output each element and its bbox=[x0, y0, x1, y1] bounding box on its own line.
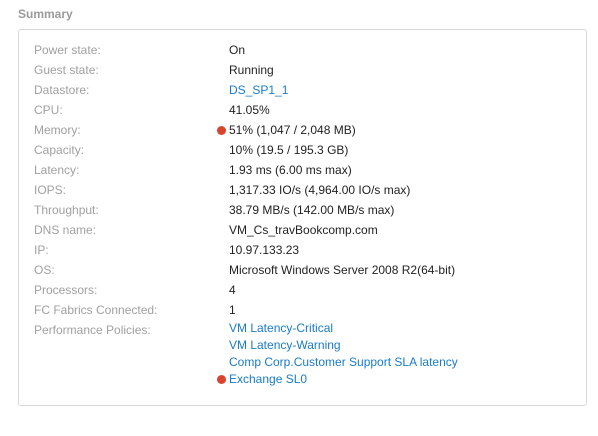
row-ip: IP: 10.97.133.23 bbox=[19, 240, 586, 260]
policy-link-customer-support-sla[interactable]: Comp Corp.Customer Support SLA latency bbox=[229, 355, 458, 369]
performance-policies-list: VM Latency-Critical VM Latency-Warning C… bbox=[217, 320, 458, 388]
row-fc-fabrics: FC Fabrics Connected: 1 bbox=[19, 300, 586, 320]
guest-state-value: Running bbox=[229, 63, 274, 77]
policy-link-vm-latency-warning[interactable]: VM Latency-Warning bbox=[229, 338, 341, 352]
capacity-value: 10% (19.5 / 195.3 GB) bbox=[229, 143, 349, 157]
power-state-value: On bbox=[229, 43, 246, 57]
row-memory: Memory: 51% (1,047 / 2,048 MB) bbox=[19, 120, 586, 140]
policy-alert-icon bbox=[217, 375, 226, 384]
power-state-label: Power state: bbox=[34, 43, 101, 57]
guest-state-label: Guest state: bbox=[34, 63, 99, 77]
throughput-label: Throughput: bbox=[34, 203, 99, 217]
policy-item: VM Latency-Critical bbox=[229, 320, 458, 337]
capacity-label: Capacity: bbox=[34, 143, 85, 157]
policy-item: VM Latency-Warning bbox=[229, 337, 458, 354]
dns-name-label: DNS name: bbox=[34, 223, 97, 237]
row-latency: Latency: 1.93 ms (6.00 ms max) bbox=[19, 160, 586, 180]
performance-policies-label: Performance Policies: bbox=[34, 323, 151, 337]
memory-label: Memory: bbox=[34, 123, 81, 137]
row-cpu: CPU: 41.05% bbox=[19, 100, 586, 120]
dns-name-value: VM_Cs_travBookcomp.com bbox=[229, 223, 378, 237]
row-datastore: Datastore: DS_SP1_1 bbox=[19, 80, 586, 100]
os-label: OS: bbox=[34, 263, 55, 277]
section-title: Summary bbox=[18, 7, 73, 21]
policy-item: Comp Corp.Customer Support SLA latency bbox=[229, 354, 458, 371]
row-os: OS: Microsoft Windows Server 2008 R2(64-… bbox=[19, 260, 586, 280]
cpu-value: 41.05% bbox=[229, 103, 270, 117]
throughput-value: 38.79 MB/s (142.00 MB/s max) bbox=[229, 203, 395, 217]
row-dns-name: DNS name: VM_Cs_travBookcomp.com bbox=[19, 220, 586, 240]
processors-value: 4 bbox=[229, 283, 236, 297]
iops-label: IOPS: bbox=[34, 183, 67, 197]
iops-value: 1,317.33 IO/s (4,964.00 IO/s max) bbox=[229, 183, 411, 197]
memory-value-wrap: 51% (1,047 / 2,048 MB) bbox=[217, 120, 356, 140]
datastore-link[interactable]: DS_SP1_1 bbox=[229, 80, 288, 100]
row-iops: IOPS: 1,317.33 IO/s (4,964.00 IO/s max) bbox=[19, 180, 586, 200]
row-processors: Processors: 4 bbox=[19, 280, 586, 300]
latency-label: Latency: bbox=[34, 163, 80, 177]
policy-link-vm-latency-critical[interactable]: VM Latency-Critical bbox=[229, 321, 333, 335]
policy-link-exchange-sl0[interactable]: Exchange SL0 bbox=[229, 372, 307, 386]
row-power-state: Power state: On bbox=[19, 40, 586, 60]
memory-value: 51% (1,047 / 2,048 MB) bbox=[229, 123, 356, 137]
memory-alert-icon bbox=[217, 126, 226, 135]
latency-value: 1.93 ms (6.00 ms max) bbox=[229, 163, 352, 177]
datastore-label: Datastore: bbox=[34, 83, 90, 97]
fc-fabrics-value: 1 bbox=[229, 303, 236, 317]
summary-panel: Power state: On Guest state: Running Dat… bbox=[18, 29, 587, 406]
cpu-label: CPU: bbox=[34, 103, 63, 117]
row-capacity: Capacity: 10% (19.5 / 195.3 GB) bbox=[19, 140, 586, 160]
ip-label: IP: bbox=[34, 243, 49, 257]
fc-fabrics-label: FC Fabrics Connected: bbox=[34, 303, 158, 317]
policy-item: Exchange SL0 bbox=[217, 371, 458, 388]
os-value: Microsoft Windows Server 2008 R2(64-bit) bbox=[229, 263, 456, 277]
row-throughput: Throughput: 38.79 MB/s (142.00 MB/s max) bbox=[19, 200, 586, 220]
row-guest-state: Guest state: Running bbox=[19, 60, 586, 80]
ip-value: 10.97.133.23 bbox=[229, 243, 300, 257]
processors-label: Processors: bbox=[34, 283, 98, 297]
